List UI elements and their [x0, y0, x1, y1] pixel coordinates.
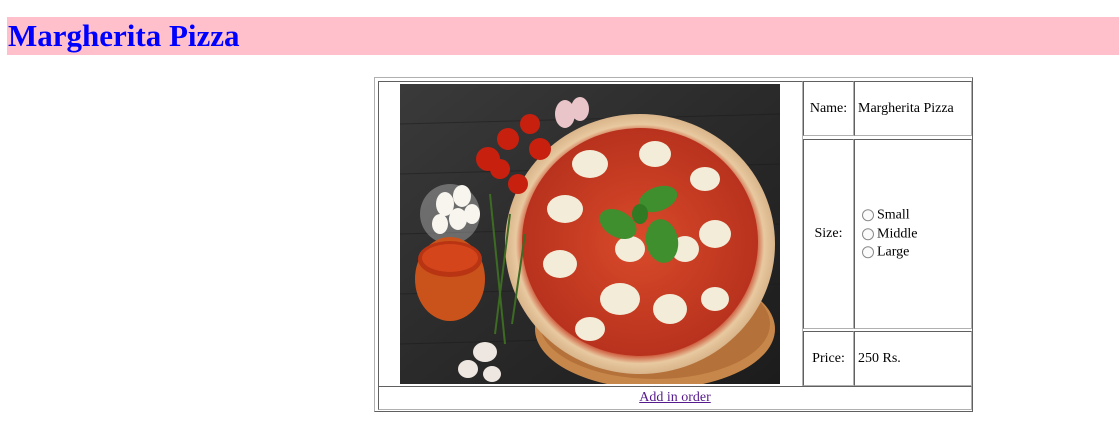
name-value-cell: Margherita Pizza: [854, 81, 972, 136]
product-table: Name: Margherita Pizza Size: Small Middl…: [374, 77, 973, 412]
product-image-cell: [378, 81, 803, 387]
action-cell: Add in order: [378, 386, 972, 410]
size-option-small[interactable]: Small: [862, 206, 917, 225]
price-label: Price:: [812, 350, 845, 366]
size-small-label: Small: [877, 207, 910, 223]
size-label-cell: Size:: [803, 139, 854, 329]
size-large-radio[interactable]: [862, 246, 874, 259]
pizza-image: [400, 84, 780, 384]
add-in-order-link[interactable]: Add in order: [639, 390, 711, 405]
size-options-cell: Small Middle Large: [854, 139, 972, 329]
size-middle-radio[interactable]: [862, 228, 874, 240]
page-title: Margherita Pizza: [8, 18, 240, 53]
page-header: Margherita Pizza: [7, 17, 1119, 55]
name-value: Margherita Pizza: [858, 100, 954, 116]
size-option-large[interactable]: Large: [862, 243, 917, 262]
price-value: 250 Rs.: [858, 350, 901, 366]
name-label: Name:: [809, 100, 848, 116]
price-label-cell: Price:: [803, 331, 854, 386]
size-label: Size:: [814, 226, 843, 241]
size-small-radio[interactable]: [862, 209, 874, 222]
page: Margherita Pizza Name: Margherita Pizza …: [0, 0, 1119, 445]
name-label-cell: Name:: [803, 81, 854, 136]
size-large-label: Large: [877, 244, 910, 260]
price-value-cell: 250 Rs.: [854, 331, 972, 386]
size-radio-group: Small Middle Large: [862, 206, 917, 262]
size-option-middle[interactable]: Middle: [862, 225, 917, 244]
size-middle-label: Middle: [877, 226, 918, 241]
